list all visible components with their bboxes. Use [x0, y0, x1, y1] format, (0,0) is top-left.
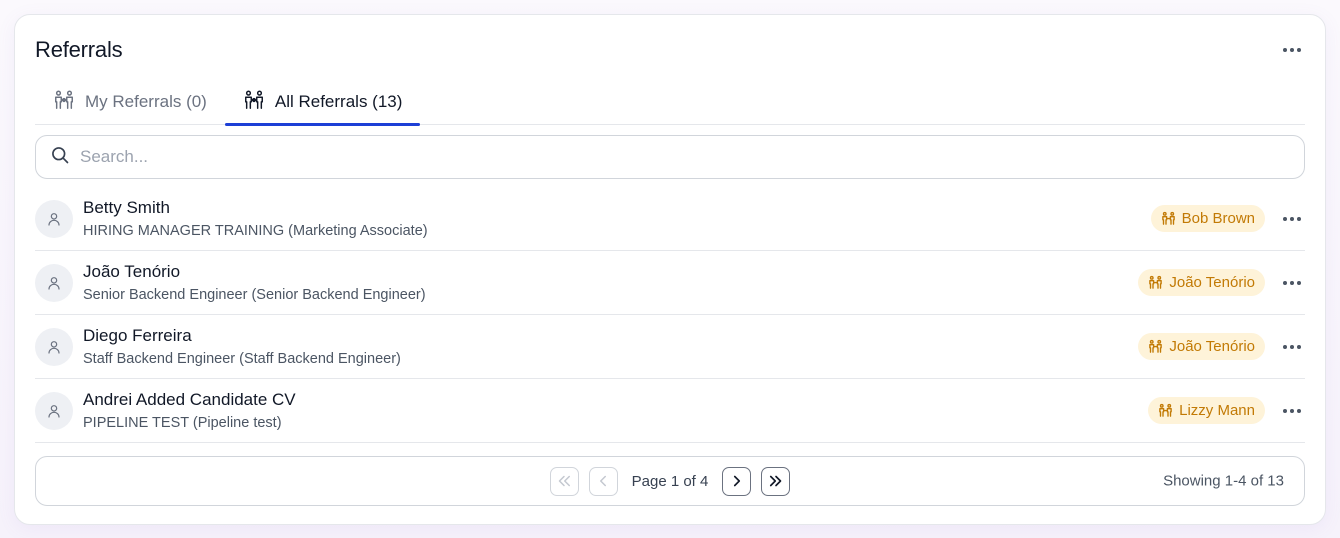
referrals-card: Referrals My Referrals (0) All Referrals… — [14, 14, 1326, 525]
referral-people-icon — [53, 89, 75, 116]
tab-label: All Referrals (13) — [274, 92, 403, 111]
next-page-button[interactable] — [722, 466, 752, 496]
referral-people-icon — [243, 89, 265, 116]
list-item[interactable]: Diego Ferreira Staff Backend Engineer (S… — [35, 315, 1305, 379]
avatar — [35, 327, 73, 366]
referral-people-icon — [1159, 403, 1172, 417]
card-menu-button[interactable] — [1279, 42, 1305, 58]
previous-page-button[interactable] — [588, 466, 618, 496]
candidate-job: PIPELINE TEST (Pipeline test) — [83, 415, 282, 431]
user-icon — [48, 212, 60, 226]
candidate-job: HIRING MANAGER TRAINING (Marketing Assoc… — [83, 223, 428, 239]
chevron-left-icon — [600, 475, 607, 487]
candidate-job: Staff Backend Engineer (Staff Backend En… — [83, 351, 401, 367]
chevron-right-icon — [733, 475, 740, 487]
list-item[interactable]: Betty Smith HIRING MANAGER TRAINING (Mar… — [35, 187, 1305, 251]
user-icon — [48, 404, 60, 418]
list-item[interactable]: Andrei Added Candidate CV PIPELINE TEST … — [35, 379, 1305, 443]
tab-label: My Referrals (0) — [85, 92, 207, 111]
referrer-badge: Lizzy Mann — [1148, 397, 1265, 424]
showing-count: Showing 1-4 of 13 — [1163, 472, 1284, 490]
referral-list: Betty Smith HIRING MANAGER TRAINING (Mar… — [35, 187, 1305, 443]
tab-my-referrals[interactable]: My Referrals (0) — [35, 79, 225, 125]
referrer-name: João Tenório — [1169, 274, 1255, 291]
referrer-badge: João Tenório — [1138, 269, 1265, 296]
candidate-job: Senior Backend Engineer (Senior Backend … — [83, 287, 426, 303]
referrer-name: Lizzy Mann — [1179, 402, 1255, 419]
first-page-button[interactable] — [549, 466, 579, 496]
chevrons-right-icon — [769, 475, 782, 487]
list-item[interactable]: João Tenório Senior Backend Engineer (Se… — [35, 251, 1305, 315]
page-indicator: Page 1 of 4 — [631, 472, 709, 490]
search-box — [35, 135, 1305, 179]
row-menu-button[interactable] — [1279, 211, 1305, 227]
referral-people-icon — [1149, 339, 1163, 353]
referrer-badge: Bob Brown — [1150, 205, 1265, 232]
chevrons-left-icon — [558, 475, 571, 487]
referrer-badge: João Tenório — [1138, 333, 1265, 360]
referral-people-icon — [1149, 275, 1163, 289]
candidate-name: Betty Smith — [83, 198, 170, 217]
candidate-name: João Tenório — [83, 262, 181, 281]
avatar — [35, 263, 73, 302]
row-menu-button[interactable] — [1279, 339, 1305, 355]
card-title: Referrals — [35, 37, 123, 62]
candidate-name: Diego Ferreira — [83, 326, 192, 345]
row-menu-button[interactable] — [1279, 403, 1305, 419]
candidate-name: Andrei Added Candidate CV — [83, 390, 296, 409]
referral-people-icon — [1161, 211, 1175, 225]
card-header: Referrals — [35, 35, 1305, 65]
user-icon — [48, 340, 60, 354]
pagination-bar: Page 1 of 4 Showing 1-4 of 13 — [35, 456, 1305, 506]
search-input[interactable] — [80, 147, 1290, 167]
user-icon — [48, 276, 60, 290]
tab-bar: My Referrals (0) All Referrals (13) — [35, 79, 1305, 126]
avatar — [35, 391, 73, 430]
referrer-name: Bob Brown — [1181, 210, 1255, 227]
row-menu-button[interactable] — [1279, 275, 1305, 291]
search-icon — [50, 145, 70, 170]
avatar — [35, 199, 73, 238]
tab-all-referrals[interactable]: All Referrals (13) — [224, 79, 421, 126]
referrer-name: João Tenório — [1169, 338, 1255, 355]
last-page-button[interactable] — [761, 466, 791, 496]
